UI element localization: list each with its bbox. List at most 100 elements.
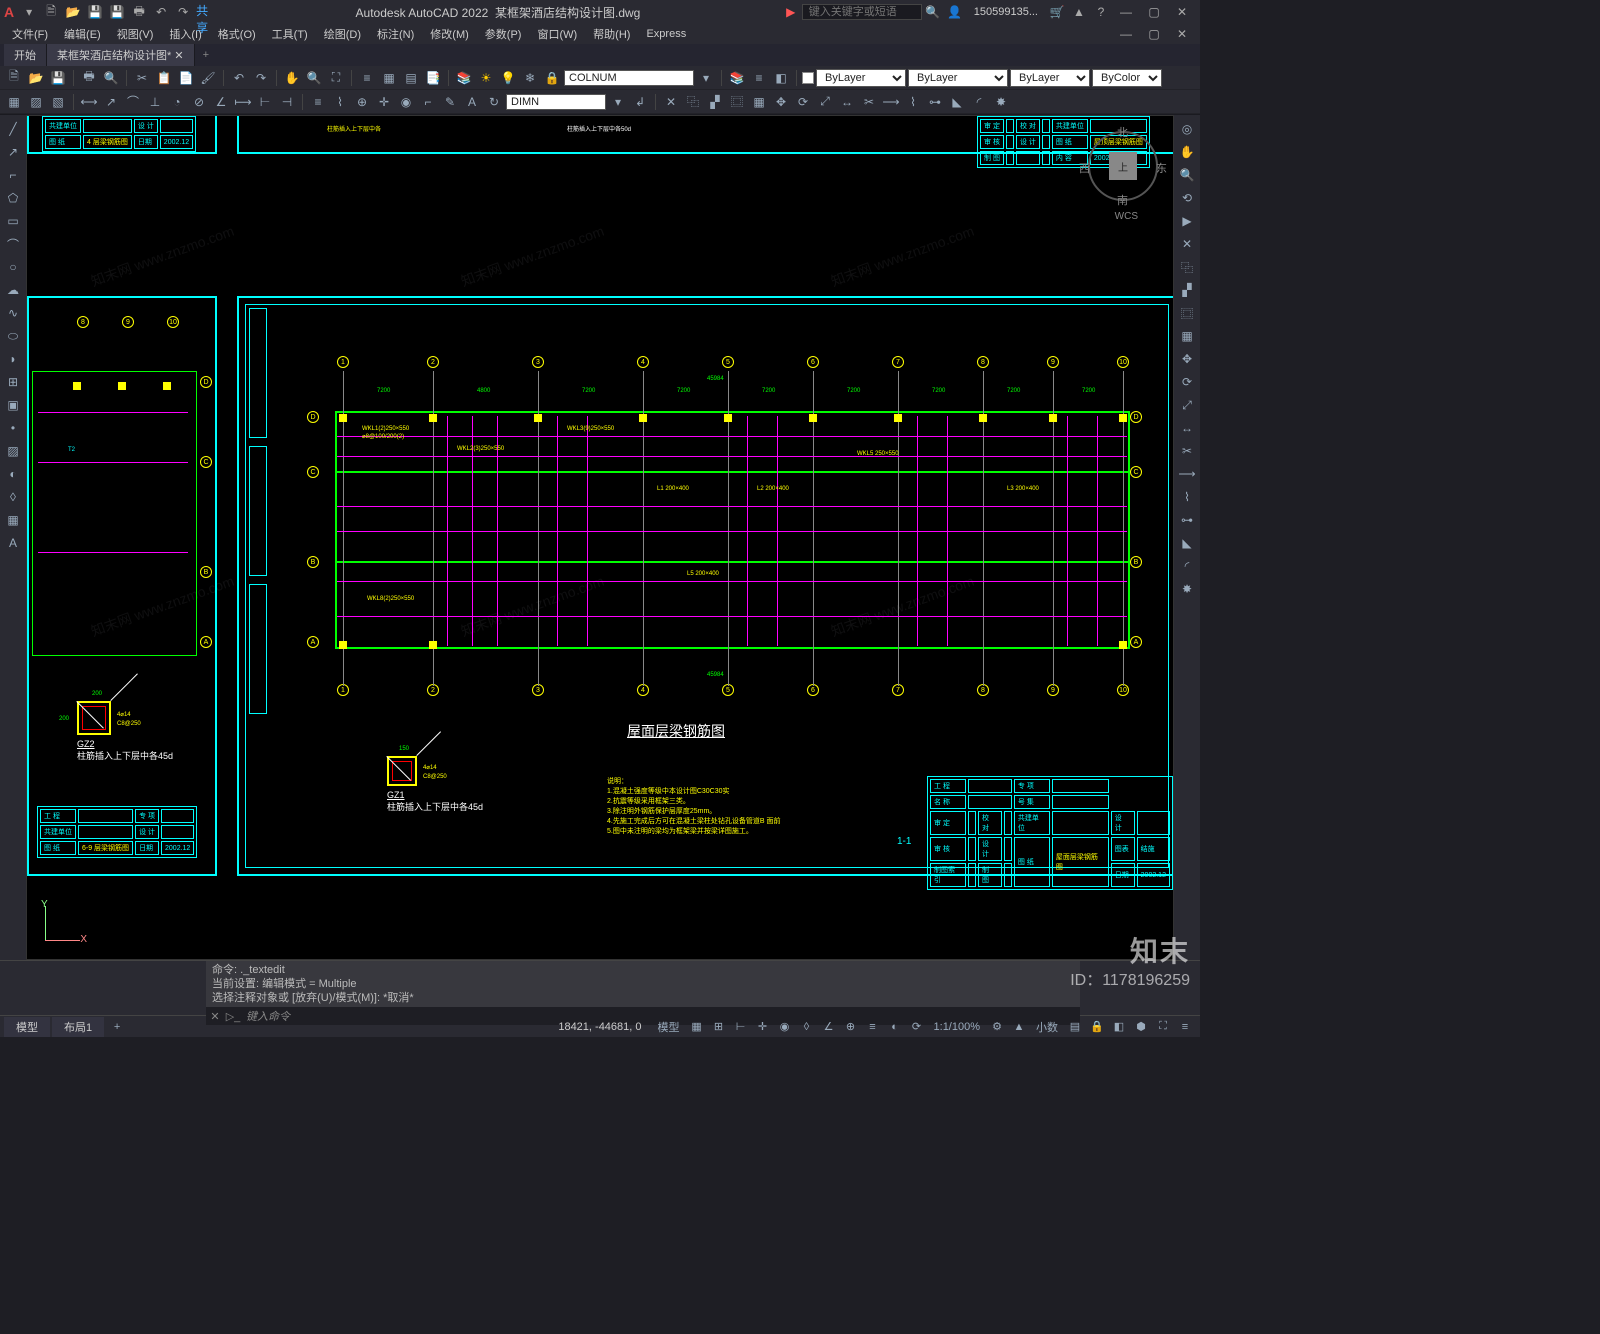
- tb-mirror-icon[interactable]: ▞: [705, 92, 725, 112]
- nav-pan-icon[interactable]: ✋: [1177, 142, 1197, 162]
- qat-save-icon[interactable]: 💾: [86, 3, 104, 21]
- rt-rotate-icon[interactable]: ⟳: [1177, 372, 1197, 392]
- tool-ellipse-icon[interactable]: ⬭: [3, 326, 23, 346]
- tb-stretch-icon[interactable]: ↔: [837, 92, 857, 112]
- user-icon[interactable]: 👤: [946, 3, 964, 21]
- plotcolor-select[interactable]: ByColor: [1092, 69, 1162, 87]
- qat-saveas-icon[interactable]: 💾: [108, 3, 126, 21]
- sb-otrack-icon[interactable]: ∠: [818, 1018, 840, 1036]
- modelspace-tab[interactable]: 模型: [4, 1017, 50, 1037]
- tb-scale-icon[interactable]: ⤢: [815, 92, 835, 112]
- nav-orbit-icon[interactable]: ⟲: [1177, 188, 1197, 208]
- layout1-tab[interactable]: 布局1: [52, 1017, 104, 1037]
- autodesk-icon[interactable]: ▲: [1070, 3, 1088, 21]
- tb-array-icon[interactable]: ▦: [749, 92, 769, 112]
- sb-gear-icon[interactable]: ⚙: [986, 1018, 1008, 1036]
- tb-dimqk-icon[interactable]: ⟼: [233, 92, 253, 112]
- tb-dimcont-icon[interactable]: ⊣: [277, 92, 297, 112]
- search-input[interactable]: [802, 4, 922, 20]
- viewcube-east[interactable]: 东: [1156, 160, 1167, 176]
- sb-isolate-icon[interactable]: ◧: [1108, 1018, 1130, 1036]
- colnum-input[interactable]: [564, 70, 694, 86]
- tb-layermgr-icon[interactable]: 📚: [454, 68, 474, 88]
- tb-cut-icon[interactable]: ✂: [132, 68, 152, 88]
- menu-help[interactable]: 帮助(H): [585, 24, 638, 44]
- tb-dimang-icon[interactable]: ∠: [211, 92, 231, 112]
- tb-undo-icon[interactable]: ↶: [229, 68, 249, 88]
- sb-grid-icon[interactable]: ▦: [686, 1018, 708, 1036]
- tb-open-icon[interactable]: 📂: [26, 68, 46, 88]
- app-store-icon[interactable]: 🛒: [1048, 3, 1066, 21]
- rt-move-icon[interactable]: ✥: [1177, 349, 1197, 369]
- tb-save-icon[interactable]: 💾: [48, 68, 68, 88]
- qat-menu-icon[interactable]: ▾: [20, 3, 38, 21]
- tb-fillet-icon[interactable]: ◜: [969, 92, 989, 112]
- sb-quickprops-icon[interactable]: ▤: [1064, 1018, 1086, 1036]
- dimn-input[interactable]: [506, 94, 606, 110]
- viewcube-north[interactable]: 北: [1117, 124, 1128, 140]
- qat-open-icon[interactable]: 📂: [64, 3, 82, 21]
- close-button[interactable]: ✕: [1168, 3, 1196, 21]
- menu-file[interactable]: 文件(F): [4, 24, 56, 44]
- tb-dimbase-icon[interactable]: ⊢: [255, 92, 275, 112]
- wcs-label[interactable]: WCS: [1115, 211, 1138, 222]
- tb-dimalign-icon[interactable]: ↗: [101, 92, 121, 112]
- rt-stretch-icon[interactable]: ↔: [1177, 418, 1197, 438]
- layer-color-select[interactable]: ByLayer: [816, 69, 906, 87]
- sb-trans-icon[interactable]: ◐: [884, 1018, 906, 1036]
- rt-offset-icon[interactable]: ⿴: [1177, 303, 1197, 323]
- tool-region-icon[interactable]: ◊: [3, 487, 23, 507]
- tool-table-icon[interactable]: ▦: [3, 510, 23, 530]
- tb-layerstate-icon[interactable]: ≡: [749, 68, 769, 88]
- tb-jog-icon[interactable]: ⌐: [418, 92, 438, 112]
- tb-dimedit-icon[interactable]: ✎: [440, 92, 460, 112]
- drawing-canvas[interactable]: 知末网 www.znzmo.com 知末网 www.znzmo.com 知末网 …: [26, 115, 1174, 960]
- tb-layerprev-icon[interactable]: 📚: [727, 68, 747, 88]
- linetype-select[interactable]: ByLayer: [908, 69, 1008, 87]
- tb-colnum-dd-icon[interactable]: ▾: [696, 68, 716, 88]
- sb-custom-icon[interactable]: ≡: [1174, 1018, 1196, 1036]
- tb-props-icon[interactable]: ≡: [357, 68, 377, 88]
- maximize-button[interactable]: ▢: [1140, 3, 1168, 21]
- rt-array-icon[interactable]: ▦: [1177, 326, 1197, 346]
- nav-wheel-icon[interactable]: ◎: [1177, 119, 1197, 139]
- tb-trim-icon[interactable]: ✂: [859, 92, 879, 112]
- tool-arc-icon[interactable]: ⌒: [3, 234, 23, 254]
- sb-lwt-icon[interactable]: ≡: [862, 1018, 884, 1036]
- tool-gradient-icon[interactable]: ◐: [3, 464, 23, 484]
- rt-extend-icon[interactable]: ⟶: [1177, 464, 1197, 484]
- rt-erase-icon[interactable]: ✕: [1177, 234, 1197, 254]
- tool-mtext-icon[interactable]: A: [3, 533, 23, 553]
- command-input[interactable]: 键入命令: [242, 1008, 290, 1024]
- tb-dimstyle-icon[interactable]: ↲: [630, 92, 650, 112]
- rt-explode-icon[interactable]: ✸: [1177, 579, 1197, 599]
- tb-lock-icon[interactable]: 🔒: [542, 68, 562, 88]
- rt-copy-icon[interactable]: ⿻: [1177, 257, 1197, 277]
- menu-draw[interactable]: 绘图(D): [316, 24, 369, 44]
- tb-copy-icon[interactable]: 📋: [154, 68, 174, 88]
- sb-clean-icon[interactable]: ⛶: [1152, 1018, 1174, 1036]
- tb-redo-icon[interactable]: ↷: [251, 68, 271, 88]
- tool-block-icon[interactable]: ▣: [3, 395, 23, 415]
- tb-t2-icon[interactable]: ▨: [26, 92, 46, 112]
- sb-model-button[interactable]: 模型: [652, 1018, 686, 1036]
- sb-hw-icon[interactable]: ⬢: [1130, 1018, 1152, 1036]
- tb-dimarc-icon[interactable]: ⌒: [123, 92, 143, 112]
- lineweight-select[interactable]: ByLayer: [1010, 69, 1090, 87]
- sb-ortho-icon[interactable]: ⊢: [730, 1018, 752, 1036]
- qat-redo-icon[interactable]: ↷: [174, 3, 192, 21]
- tb-zoomext-icon[interactable]: ⛶: [326, 68, 346, 88]
- menu-tools[interactable]: 工具(T): [264, 24, 316, 44]
- tb-erase-icon[interactable]: ✕: [661, 92, 681, 112]
- tb-dimord-icon[interactable]: ⊥: [145, 92, 165, 112]
- viewcube[interactable]: 上 北 南 西 东: [1083, 126, 1163, 206]
- tool-revcloud-icon[interactable]: ☁: [3, 280, 23, 300]
- tb-dimupd-icon[interactable]: ↻: [484, 92, 504, 112]
- tool-circle-icon[interactable]: ○: [3, 257, 23, 277]
- tb-offset-icon[interactable]: ⿴: [727, 92, 747, 112]
- tb-explode-icon[interactable]: ✸: [991, 92, 1011, 112]
- tb-preview-icon[interactable]: 🔍: [101, 68, 121, 88]
- sb-scale-display[interactable]: 1:1/100%: [928, 1018, 986, 1036]
- tb-join-icon[interactable]: ⊶: [925, 92, 945, 112]
- qat-new-icon[interactable]: 🗎: [42, 3, 60, 21]
